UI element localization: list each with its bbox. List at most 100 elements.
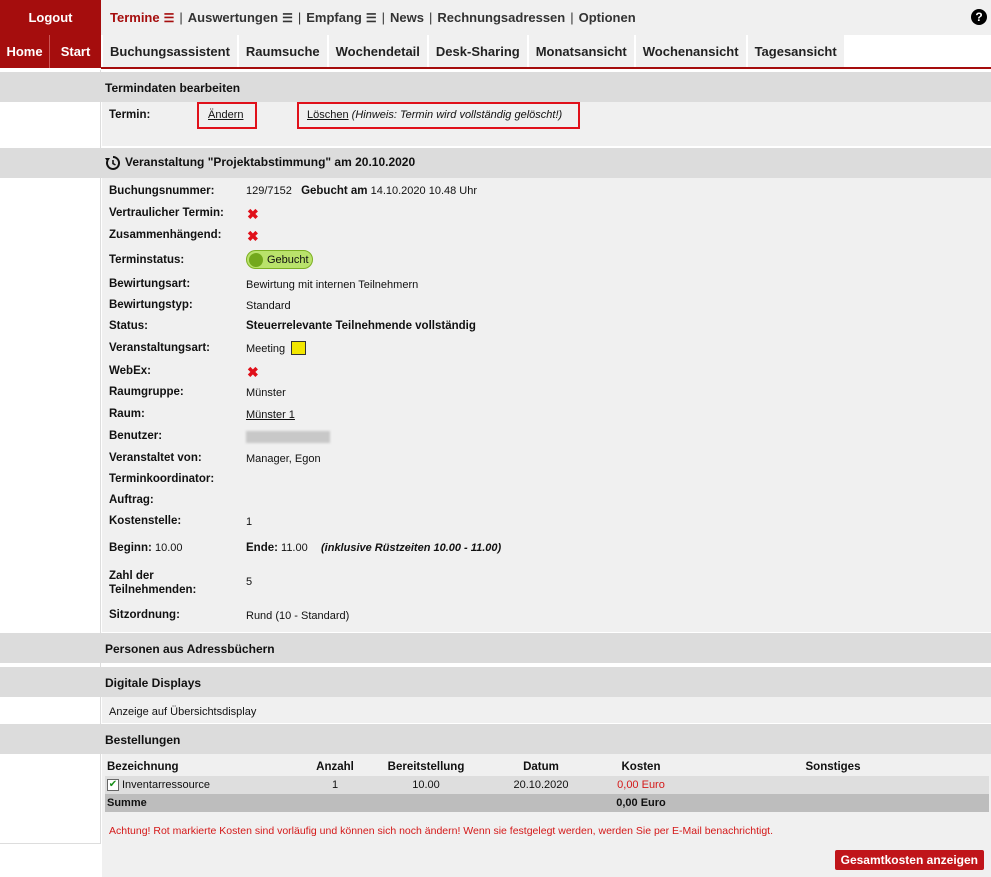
nav-separator: | xyxy=(428,10,433,25)
delete-link[interactable]: Löschen xyxy=(307,109,349,121)
sum-value: 0,00 Euro xyxy=(616,797,666,810)
change-link[interactable]: Ändern xyxy=(208,109,243,121)
menu-icon[interactable]: ☰ xyxy=(282,11,293,25)
termin-label: Termin: xyxy=(109,109,151,121)
order-time: 10.00 xyxy=(412,779,440,792)
event-type-label: Veranstaltungsart: xyxy=(109,342,210,354)
booking-number-row: 129/7152 Gebucht am 14.10.2020 10.48 Uhr xyxy=(246,185,477,197)
nav-news[interactable]: News xyxy=(390,10,424,25)
end-row: Ende: 11.00 xyxy=(246,542,308,554)
col-header-other: Sonstiges xyxy=(805,761,861,773)
begin-row: Beginn: 10.00 xyxy=(109,542,183,554)
room-link[interactable]: Münster 1 xyxy=(246,409,295,421)
cross-icon: ✖ xyxy=(247,364,259,380)
organizer-label: Veranstaltet von: xyxy=(109,452,202,464)
roomgroup: Münster xyxy=(246,387,286,399)
col-header-name: Bezeichnung xyxy=(107,761,179,773)
order-name-cell: ✔ Inventarressource xyxy=(105,776,295,794)
participants-label: Zahl der Teilnehmenden: xyxy=(109,570,197,596)
table-row: ✔ Inventarressource 1 10.00 20.10.2020 0,… xyxy=(105,776,989,795)
user-label: Benutzer: xyxy=(109,430,163,442)
tab-buchungsassistent[interactable]: Buchungsassistent xyxy=(103,35,239,67)
section-title: Termindaten bearbeiten xyxy=(105,81,241,95)
nav-termine[interactable]: Termine ☰ xyxy=(110,10,174,25)
termin-status-label: Terminstatus: xyxy=(109,254,185,266)
sum-empty-cell xyxy=(375,794,477,812)
displays-text: Anzeige auf Übersichtsdisplay xyxy=(109,706,257,718)
toggle-knob xyxy=(249,252,263,267)
catering-type: Bewirtung mit internen Teilnehmern xyxy=(246,279,419,291)
sum-label: Summe xyxy=(107,797,147,810)
catering-kind-label: Bewirtungstyp: xyxy=(109,299,193,311)
participants: 5 xyxy=(246,576,253,588)
end-label: Ende: xyxy=(246,542,278,554)
confidential-label: Vertraulicher Termin: xyxy=(109,207,224,219)
costcenter-label: Kostenstelle: xyxy=(109,515,182,527)
tab-monatsansicht[interactable]: Monatsansicht xyxy=(528,35,636,67)
col-header-date: Datum xyxy=(523,761,559,773)
booked-on: 14.10.2020 10.48 Uhr xyxy=(370,185,478,197)
status-toggle[interactable]: Gebucht xyxy=(246,250,313,269)
nav-auswertungen[interactable]: Auswertungen ☰ xyxy=(188,10,293,25)
start-button[interactable]: Start xyxy=(50,35,101,68)
tab-desk-sharing[interactable]: Desk-Sharing xyxy=(428,35,529,67)
nav-separator: | xyxy=(570,10,574,25)
nav-empfang[interactable]: Empfang ☰ xyxy=(306,10,376,25)
delete-row: Löschen (Hinweis: Termin wird vollständi… xyxy=(307,109,562,121)
seating: Rund (10 - Standard) xyxy=(246,610,350,622)
help-icon[interactable]: ? xyxy=(971,9,987,25)
section-header-orders: Bestellungen xyxy=(0,724,991,754)
nav-rechnungsadressen[interactable]: Rechnungsadressen xyxy=(437,10,565,25)
sum-empty-cell xyxy=(477,794,605,812)
seating-label: Sitzordnung: xyxy=(109,609,180,621)
section-title: Veranstaltung "Projektabstimmung" am 20.… xyxy=(105,155,415,171)
section-header-persons: Personen aus Adressbüchern xyxy=(0,633,991,663)
checkbox[interactable]: ✔ xyxy=(107,779,119,792)
order-count: 1 xyxy=(331,779,339,792)
order-date: 20.10.2020 xyxy=(513,779,569,792)
booking-number-label: Buchungsnummer: xyxy=(109,185,215,197)
coordinator-label: Terminkoordinator: xyxy=(109,473,215,485)
order-label: Auftrag: xyxy=(109,494,154,506)
status-label: Status: xyxy=(109,320,148,332)
home-button[interactable]: Home xyxy=(0,35,50,68)
toggle-label: Gebucht xyxy=(267,253,309,266)
cost-warning: Achtung! Rot markierte Kosten sind vorlä… xyxy=(109,825,774,837)
begin-value: 10.00 xyxy=(155,542,183,554)
nav-optionen[interactable]: Optionen xyxy=(579,10,636,25)
nav-termine-label: Termine xyxy=(110,10,160,25)
tab-wochendetail[interactable]: Wochendetail xyxy=(328,35,429,67)
top-navigation: Termine ☰ | Auswertungen ☰ | Empfang ☰ | Ne… xyxy=(101,0,991,35)
event-type-color-swatch xyxy=(291,341,306,355)
left-column xyxy=(0,70,101,877)
section-header-edit: Termindaten bearbeiten xyxy=(0,72,991,102)
event-title: Veranstaltung "Projektabstimmung" am 20.… xyxy=(125,155,416,170)
nav-separator: | xyxy=(381,10,385,25)
connected-label: Zusammenhängend: xyxy=(109,229,222,241)
col-header-provision: Bereitstellung xyxy=(387,761,465,773)
roomgroup-label: Raumgruppe: xyxy=(109,386,184,398)
nav-separator: | xyxy=(297,10,302,25)
menu-icon[interactable]: ☰ xyxy=(366,11,377,25)
tab-raumsuche[interactable]: Raumsuche xyxy=(238,35,329,67)
event-details-panel xyxy=(102,178,991,632)
logout-button[interactable]: Logout xyxy=(0,0,101,35)
sum-empty-cell xyxy=(295,794,375,812)
cross-icon: ✖ xyxy=(247,228,259,244)
order-other xyxy=(677,776,989,794)
booked-on-label: Gebucht am xyxy=(301,185,368,197)
nav-separator: | xyxy=(179,10,183,25)
total-cost-button[interactable]: Gesamtkosten anzeigen xyxy=(834,850,984,870)
cross-icon: ✖ xyxy=(247,206,259,222)
tab-wochenansicht[interactable]: Wochenansicht xyxy=(635,35,748,67)
menu-icon[interactable]: ☰ xyxy=(164,11,175,25)
order-name: Inventarressource xyxy=(122,779,211,791)
col-header-cost: Kosten xyxy=(621,761,661,773)
tab-tagesansicht[interactable]: Tagesansicht xyxy=(747,35,846,67)
end-value: 11.00 xyxy=(281,542,308,554)
table-header-row: Bezeichnung Anzahl Bereitstellung Datum … xyxy=(105,758,989,776)
begin-label: Beginn: xyxy=(109,542,152,554)
catering-type-label: Bewirtungsart: xyxy=(109,278,191,290)
webex-label: WebEx: xyxy=(109,365,151,377)
history-icon[interactable] xyxy=(105,155,121,171)
